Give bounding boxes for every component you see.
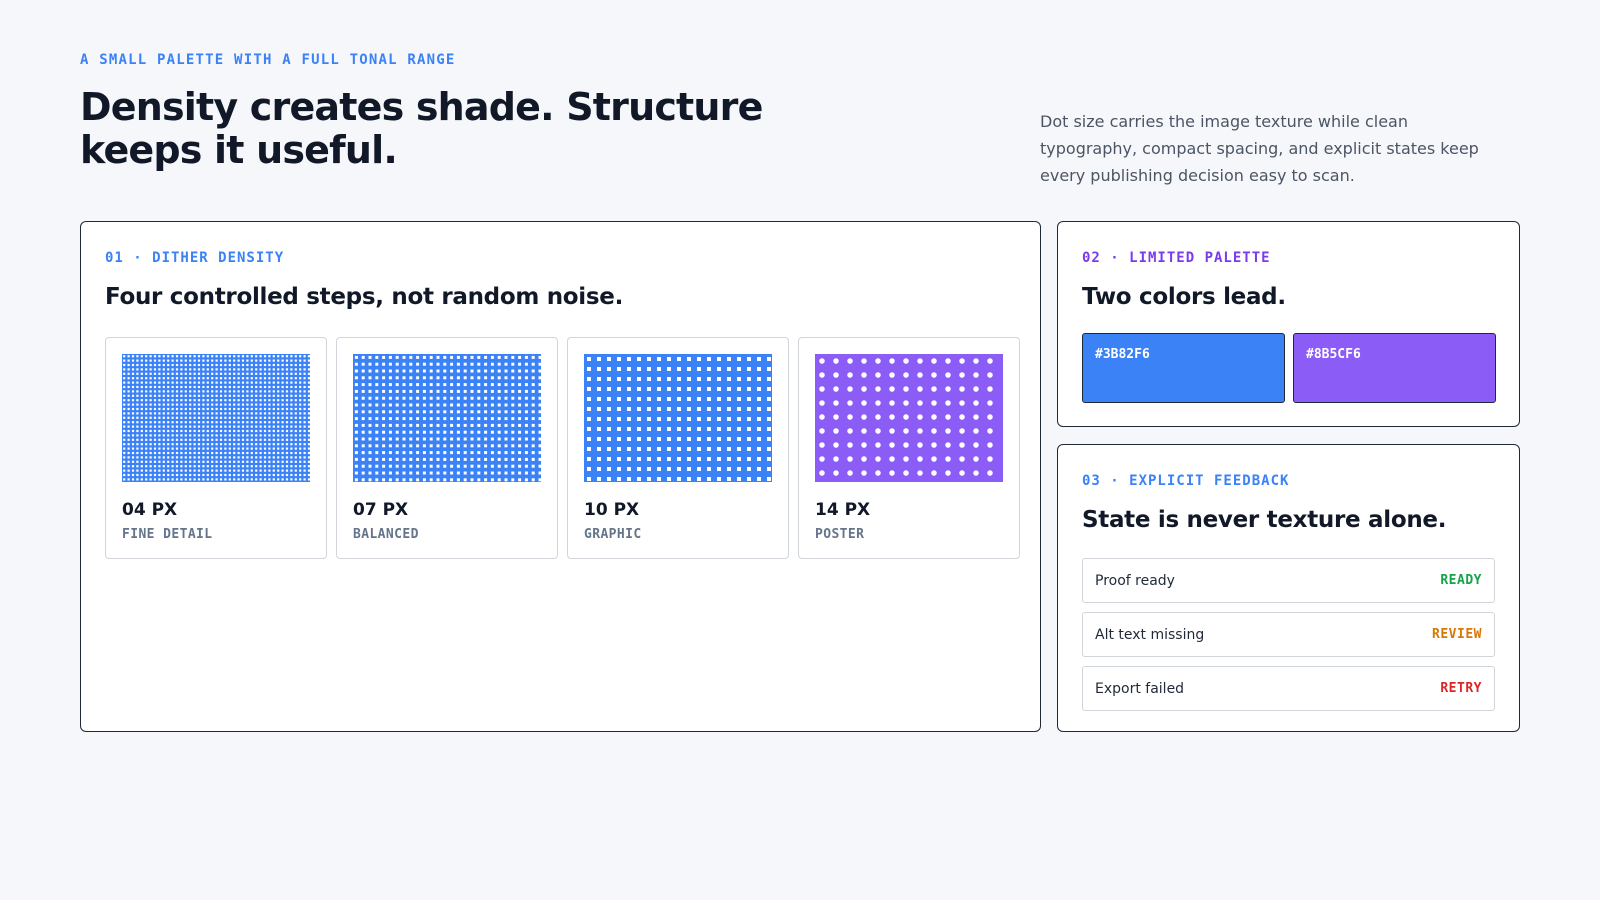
density-title: Four controlled steps, not random noise. <box>105 284 624 310</box>
color-chip-hex: #8B5CF6 <box>1306 347 1361 362</box>
state-row-alt-text-missing[interactable]: Alt text missing REVIEW <box>1082 612 1495 657</box>
palette-swatches: #3B82F6 #8B5CF6 <box>1082 333 1496 403</box>
dither-swatch-poster <box>815 354 1003 482</box>
state-label: Export failed <box>1095 680 1185 697</box>
state-label: Proof ready <box>1095 572 1175 589</box>
density-tiles: 04 PX FINE DETAIL 07 PX BALANCED 10 PX G… <box>105 337 1020 559</box>
status-badge: RETRY <box>1440 681 1482 696</box>
color-chip-blue[interactable]: #3B82F6 <box>1082 333 1285 403</box>
dither-swatch-balanced <box>353 354 541 482</box>
dither-density-card: 01 · DITHER DENSITY Four controlled step… <box>80 221 1041 732</box>
tile-size: 07 PX <box>353 500 409 520</box>
state-row-proof-ready[interactable]: Proof ready READY <box>1082 558 1495 603</box>
density-tile-balanced[interactable]: 07 PX BALANCED <box>336 337 558 559</box>
tile-size: 04 PX <box>122 500 178 520</box>
palette-title: Two colors lead. <box>1082 284 1286 310</box>
page-headline: Density creates shade. Structure keeps i… <box>80 85 763 172</box>
page-intro: Dot size carries the image texture while… <box>1040 112 1479 185</box>
limited-palette-card: 02 · LIMITED PALETTE Two colors lead. #3… <box>1057 221 1520 427</box>
tile-label: BALANCED <box>353 527 419 542</box>
density-tile-graphic[interactable]: 10 PX GRAPHIC <box>567 337 789 559</box>
state-row-export-failed[interactable]: Export failed RETRY <box>1082 666 1495 711</box>
state-label: Alt text missing <box>1095 626 1205 643</box>
dither-swatch-fine <box>122 354 310 482</box>
status-badge: READY <box>1440 573 1482 588</box>
tile-label: POSTER <box>815 527 865 542</box>
page-eyebrow: A SMALL PALETTE WITH A FULL TONAL RANGE <box>80 52 456 68</box>
density-tile-fine[interactable]: 04 PX FINE DETAIL <box>105 337 327 559</box>
palette-eyebrow: 02 · LIMITED PALETTE <box>1082 250 1271 266</box>
state-list: Proof ready READY Alt text missing REVIE… <box>1082 558 1495 711</box>
dither-swatch-graphic <box>584 354 772 482</box>
explicit-feedback-card: 03 · EXPLICIT FEEDBACK State is never te… <box>1057 444 1520 732</box>
feedback-title: State is never texture alone. <box>1082 507 1447 533</box>
density-tile-poster[interactable]: 14 PX POSTER <box>798 337 1020 559</box>
feedback-eyebrow: 03 · EXPLICIT FEEDBACK <box>1082 473 1290 489</box>
tile-size: 14 PX <box>815 500 871 520</box>
tile-size: 10 PX <box>584 500 640 520</box>
status-badge: REVIEW <box>1432 627 1482 642</box>
color-chip-hex: #3B82F6 <box>1095 347 1150 362</box>
density-eyebrow: 01 · DITHER DENSITY <box>105 250 285 266</box>
tile-label: FINE DETAIL <box>122 527 213 542</box>
color-chip-purple[interactable]: #8B5CF6 <box>1293 333 1496 403</box>
tile-label: GRAPHIC <box>584 527 642 542</box>
